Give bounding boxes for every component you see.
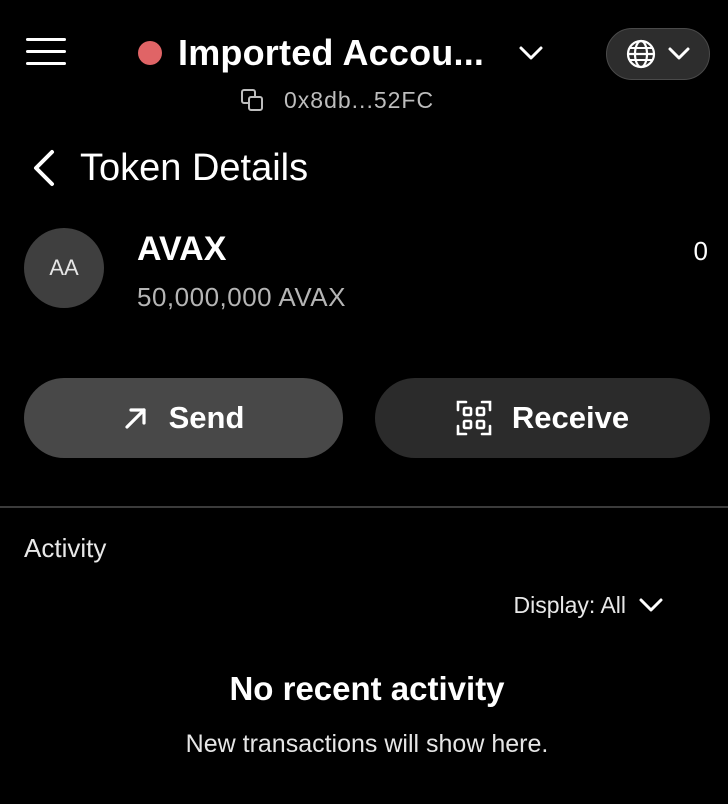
page-header: Token Details <box>30 144 308 192</box>
chevron-down-icon <box>639 598 663 612</box>
account-name: Imported Accou... <box>178 32 485 73</box>
qr-code-icon <box>456 400 492 436</box>
token-symbol: AVAX <box>137 230 227 268</box>
account-selector[interactable]: Imported Accou... <box>138 30 544 76</box>
empty-state-subtitle: New transactions will show here. <box>185 730 549 758</box>
page-title: Token Details <box>80 146 309 189</box>
token-supply: 50,000,000 AVAX <box>137 282 346 312</box>
menu-icon[interactable] <box>26 36 68 68</box>
network-selector-button[interactable] <box>606 28 710 80</box>
empty-state-title: No recent activity <box>229 670 505 707</box>
account-status-dot <box>138 41 162 65</box>
receive-button[interactable]: Receive <box>375 378 710 458</box>
send-button[interactable]: Send <box>24 378 343 458</box>
chevron-down-icon <box>519 46 543 60</box>
receive-label: Receive <box>511 400 630 435</box>
back-chevron-icon[interactable] <box>30 146 58 190</box>
display-filter-dropdown[interactable]: Display: All <box>514 590 664 620</box>
send-label: Send <box>168 400 245 435</box>
activity-section-label: Activity <box>24 533 107 563</box>
chevron-down-icon <box>668 47 690 60</box>
token-details-screen: Imported Accou... 0x8db...52FC Token Det… <box>0 0 728 804</box>
section-divider <box>0 506 728 508</box>
display-filter-label: Display: All <box>513 591 626 618</box>
globe-icon <box>626 39 656 69</box>
arrow-up-right-icon <box>123 405 149 431</box>
token-balance: 0 <box>693 236 708 266</box>
account-address[interactable]: 0x8db...52FC <box>240 86 434 114</box>
address-text: 0x8db...52FC <box>284 86 435 113</box>
copy-icon <box>241 89 263 111</box>
token-avatar: AA <box>24 228 104 308</box>
